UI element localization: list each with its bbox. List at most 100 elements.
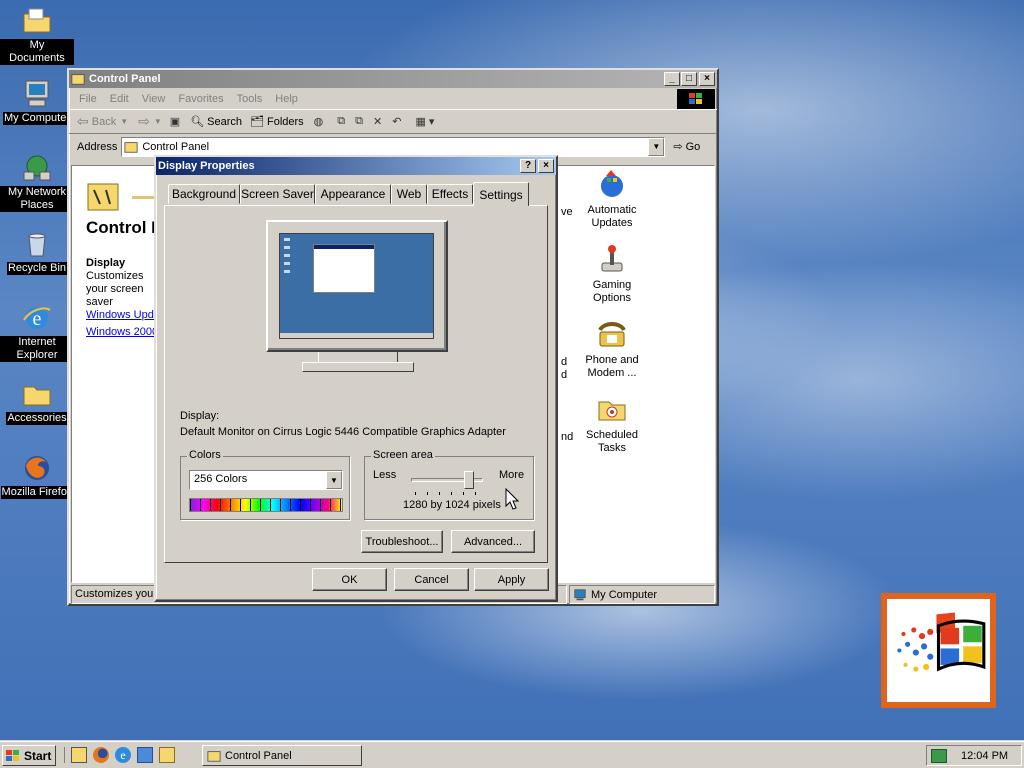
resolution-slider[interactable] [411,471,483,495]
link-windows-update[interactable]: Windows Upda [86,309,160,321]
firefox-icon [25,456,49,480]
control-panel-icon [71,74,85,85]
control-panel-icon [124,141,138,153]
preview-icons [284,238,290,278]
address-field[interactable]: Control Panel ▼ [121,136,666,157]
phone-icon [598,322,626,347]
cp-item-scheduled-tasks[interactable]: Scheduled Tasks [572,393,652,455]
undo-icon[interactable]: ↶ [392,115,401,128]
close-button[interactable]: × [699,72,715,86]
forward-button[interactable]: ⇨ [138,113,150,130]
windows-flag-icon [6,749,19,761]
slider-more-label: More [499,469,525,481]
control-panel-titlebar[interactable]: Control Panel _ □ × [69,70,717,88]
desktop-icon-accessories[interactable]: Accessories [0,378,74,425]
control-panel-banner-icon [87,183,119,211]
cp-item-phone-and-modem[interactable]: Phone and Modem ... [572,318,652,380]
outlook-express-icon[interactable] [137,747,153,763]
dialog-titlebar[interactable]: Display Properties ? × [156,157,556,175]
desktop-icon-label: My Documents [0,39,74,65]
joystick-icon [601,245,623,272]
desktop-icon-label: Accessories [6,412,68,425]
desktop-icon-recycle-bin[interactable]: Recycle Bin [0,228,74,275]
colors-select[interactable]: 256 Colors ▼ [189,470,343,490]
back-label: Back [91,115,117,128]
settings-page: Display: Default Monitor on Cirrus Logic… [164,205,548,563]
cp-item-label: Automatic Updates [587,204,637,229]
desktop-icon-mozilla-firefox[interactable]: Mozilla Firefox [0,452,74,499]
maximize-button[interactable]: □ [681,72,697,86]
desktop-icon-my-network-places[interactable]: My Network Places [0,152,74,212]
display-value: Default Monitor on Cirrus Logic 5446 Com… [180,426,506,438]
status-right: My Computer [569,585,715,604]
tab-appearance[interactable]: Appearance [315,184,391,204]
menu-tools[interactable]: Tools [237,93,263,105]
colors-group: Colors 256 Colors ▼ [180,449,350,520]
scheduled-tasks-icon [598,401,626,421]
go-arrow-icon: ⇨ [673,141,683,153]
desktop-icon-my-documents[interactable]: My Documents [0,5,74,65]
computer-icon [25,80,49,107]
menu-help[interactable]: Help [275,93,298,105]
link-windows-2000[interactable]: Windows 2000 [86,326,158,338]
preview-taskbar [280,333,433,338]
views-icon[interactable]: ▦ ▾ [415,115,434,128]
menu-favorites[interactable]: Favorites [178,93,223,105]
monitor-base [302,362,414,372]
desktop-icon-label: My Computer [2,112,72,125]
explorer-icon[interactable] [159,747,175,763]
monitor-preview [266,220,450,388]
windows-flag-icon [689,93,702,104]
tab-web[interactable]: Web [391,184,427,204]
go-label: Go [685,140,701,153]
tab-screen-saver[interactable]: Screen Saver [240,184,315,204]
copy-to-icon[interactable]: ⧉ [355,115,363,128]
computer-icon [574,588,586,600]
tab-settings[interactable]: Settings [473,182,529,206]
screen-area-group-label: Screen area [371,449,435,461]
taskbar-button-control-panel[interactable]: Control Panel [202,745,362,766]
window-title: Control Panel [89,73,161,85]
move-to-icon[interactable]: ⧉ [337,115,345,128]
preview-window [313,244,375,293]
menu-view[interactable]: View [142,93,166,105]
show-desktop-icon[interactable] [71,747,87,763]
firefox-icon[interactable] [93,747,109,763]
cancel-button[interactable]: Cancel [394,568,469,591]
menu-edit[interactable]: Edit [110,93,129,105]
toolbar: ⇦ Back ▼ ⇨ ▼ ▣ 🔍︎ Search 🗂︎ Folders ◍ ⧉ ⧉ ✕ ↶… [69,109,717,134]
menu-file[interactable]: File [79,93,97,105]
folders-button[interactable]: 🗂︎ Folders [250,115,304,129]
close-button[interactable]: × [538,159,554,173]
display-properties-dialog: Display Properties ? × Background Screen… [154,155,558,602]
delete-icon[interactable]: ✕ [373,115,382,128]
network-tray-icon[interactable] [931,748,947,763]
apply-button[interactable]: Apply [474,568,549,591]
search-button[interactable]: 🔍︎ Search [190,115,242,129]
desktop-icon-internet-explorer[interactable]: e Internet Explorer [0,302,74,362]
windows-flag-icon [887,599,990,702]
desktop-icon-my-computer[interactable]: My Computer [0,78,74,125]
clock[interactable]: 12:04 PM [961,750,1008,762]
tab-background[interactable]: Background [168,184,240,204]
cp-item-automatic-updates[interactable]: Automatic Updates [572,168,652,230]
cp-item-label: Phone and Modem ... [585,354,639,379]
address-dropdown-button[interactable]: ▼ [648,137,665,156]
cp-item-gaming-options[interactable]: Gaming Options [572,243,652,305]
tab-effects[interactable]: Effects [427,184,473,204]
go-button[interactable]: ⇨ Go [673,140,701,154]
minimize-button[interactable]: _ [664,72,680,86]
ok-button[interactable]: OK [312,568,387,591]
status-left-text: Customizes your [75,588,157,600]
system-tray: 12:04 PM [926,745,1022,766]
troubleshoot-button[interactable]: Troubleshoot... [361,530,443,553]
help-button[interactable]: ? [520,159,536,173]
up-folder-icon[interactable]: ▣ [170,115,180,128]
start-button[interactable]: Start [2,745,56,766]
slider-thumb[interactable] [464,471,474,489]
internet-explorer-icon[interactable]: e [115,747,131,763]
history-icon[interactable]: ◍ [314,115,324,128]
back-button[interactable]: ⇦ Back ▼ [77,113,128,130]
colors-dropdown-button[interactable]: ▼ [326,471,342,489]
advanced-button[interactable]: Advanced... [451,530,535,553]
